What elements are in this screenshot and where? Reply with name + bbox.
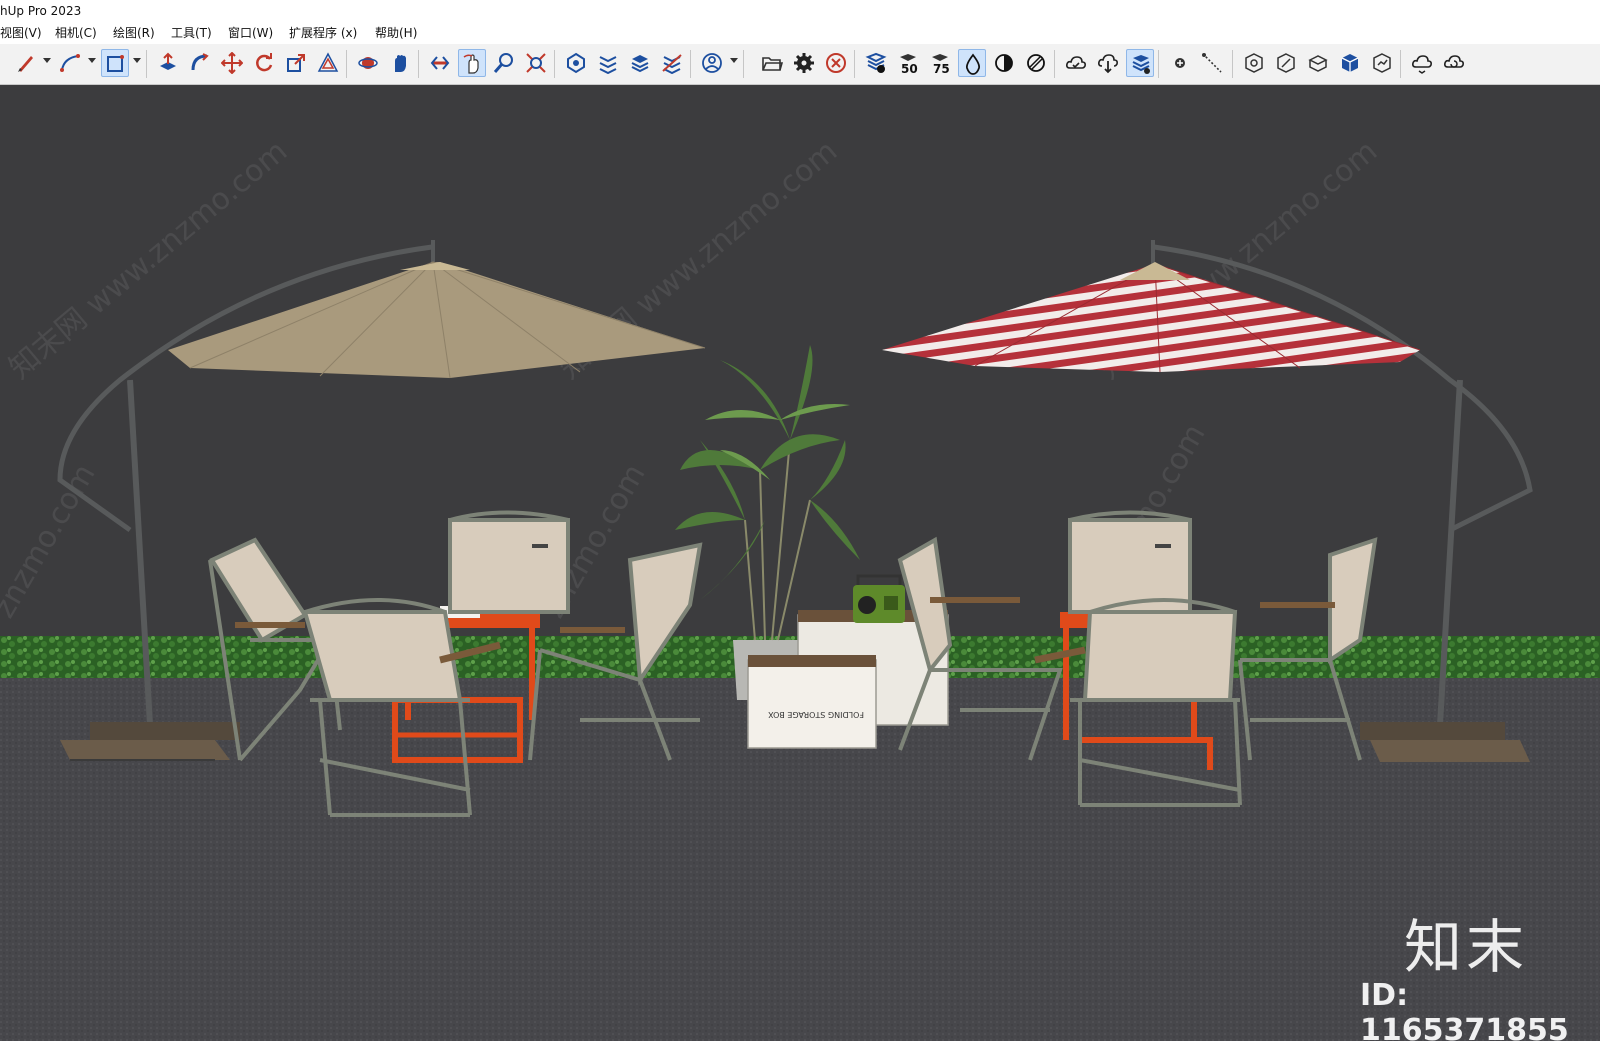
cloud-refresh-icon[interactable] <box>1440 49 1468 77</box>
cancel-icon[interactable] <box>822 49 850 77</box>
push-pull-icon[interactable] <box>154 49 182 77</box>
3d-scene: 知末网 www.znzmo.com 知末网 www.znzmo.com 知末网 … <box>0 85 1600 1041</box>
storage-box-label: FOLDING STORAGE BOX <box>768 710 864 719</box>
settings-gear-icon[interactable] <box>790 49 818 77</box>
menu-draw[interactable]: 绘图(R) <box>113 22 155 44</box>
menu-extensions[interactable]: 扩展程序 (x) <box>289 22 357 44</box>
orbit-icon[interactable] <box>354 49 382 77</box>
cloud-layers-icon[interactable] <box>1126 49 1154 77</box>
account-dropdown-caret[interactable] <box>730 58 738 63</box>
dot-icon[interactable] <box>1166 49 1194 77</box>
contrast-icon[interactable] <box>990 49 1018 77</box>
look-around-icon[interactable] <box>458 49 486 77</box>
pencil-dropdown-caret[interactable] <box>43 58 51 63</box>
app-title: hUp Pro 2023 <box>0 4 82 18</box>
opacity-75-icon[interactable]: 75 <box>926 49 954 77</box>
cloud-check-icon[interactable] <box>1062 49 1090 77</box>
pan-icon[interactable] <box>386 49 414 77</box>
pencil-icon[interactable] <box>12 49 40 77</box>
walk-icon[interactable] <box>426 49 454 77</box>
cloud-download-icon[interactable] <box>1094 49 1122 77</box>
model-viewport[interactable]: 知末网 www.znzmo.com 知末网 www.znzmo.com 知末网 … <box>0 85 1600 1041</box>
open-folder-icon[interactable] <box>758 49 786 77</box>
view-iso-icon[interactable] <box>1240 49 1268 77</box>
title-bar: hUp Pro 2023 <box>0 0 1600 22</box>
section-plane-icon[interactable] <box>562 49 590 77</box>
menu-view[interactable]: 视图(V) <box>0 22 42 44</box>
shape-dropdown-caret[interactable] <box>133 58 141 63</box>
opacity-50-icon[interactable]: 50 <box>894 49 922 77</box>
view-back-icon[interactable] <box>1368 49 1396 77</box>
account-icon[interactable] <box>698 49 726 77</box>
arc-dropdown-caret[interactable] <box>88 58 96 63</box>
move-icon[interactable] <box>218 49 246 77</box>
dashed-line-icon[interactable] <box>1198 49 1226 77</box>
view-front-icon[interactable] <box>1304 49 1332 77</box>
arc-icon[interactable] <box>56 49 84 77</box>
menu-camera[interactable]: 相机(C) <box>55 22 97 44</box>
section-cuts-icon[interactable] <box>658 49 686 77</box>
menu-help[interactable]: 帮助(H) <box>375 22 417 44</box>
opacity-75-label: 75 <box>933 62 950 74</box>
section-fill-icon[interactable] <box>626 49 654 77</box>
watermark-logo: 知末 <box>1404 913 1529 981</box>
follow-me-icon[interactable] <box>186 49 214 77</box>
offset-icon[interactable] <box>314 49 342 77</box>
hatch-icon[interactable] <box>1022 49 1050 77</box>
view-right-icon[interactable] <box>1336 49 1364 77</box>
water-drop-icon[interactable] <box>958 49 986 77</box>
shape-icon[interactable] <box>101 49 129 77</box>
watermark-id: ID: 1165371855 <box>1360 978 1569 1041</box>
zoom-extents-icon[interactable] <box>522 49 550 77</box>
xray-icon[interactable] <box>862 49 890 77</box>
menu-window[interactable]: 窗口(W) <box>228 22 273 44</box>
opacity-50-label: 50 <box>901 62 918 74</box>
scale-icon[interactable] <box>282 49 310 77</box>
cloud-sync-icon[interactable] <box>1408 49 1436 77</box>
section-display-icon[interactable] <box>594 49 622 77</box>
view-top-icon[interactable] <box>1272 49 1300 77</box>
menu-tools[interactable]: 工具(T) <box>171 22 212 44</box>
rotate-icon[interactable] <box>250 49 278 77</box>
toolbar: 50 75 <box>0 44 1600 85</box>
zoom-icon[interactable] <box>490 49 518 77</box>
menu-bar: 视图(V) 相机(C) 绘图(R) 工具(T) 窗口(W) 扩展程序 (x) 帮… <box>0 22 1600 44</box>
